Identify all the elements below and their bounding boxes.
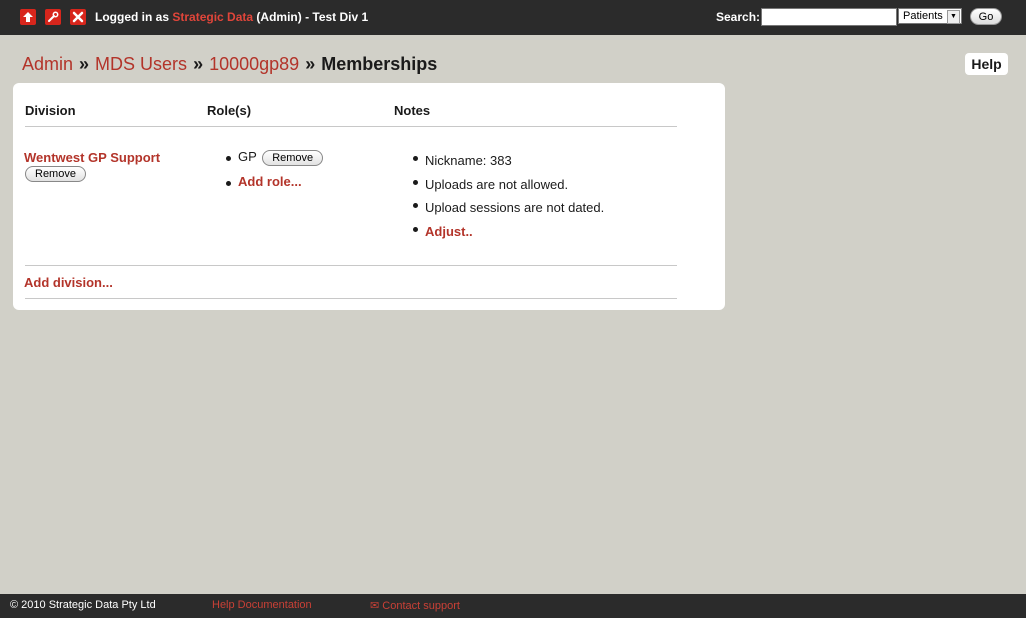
logout-close-icon[interactable] bbox=[70, 9, 86, 25]
help-button[interactable]: Help bbox=[965, 53, 1008, 75]
breadcrumb: Admin» MDS Users» 10000gp89» Memberships bbox=[22, 54, 437, 75]
copyright-text: © 2010 Strategic Data Pty Ltd bbox=[10, 599, 156, 611]
header-division: Division bbox=[25, 103, 76, 118]
header-roles: Role(s) bbox=[207, 103, 252, 118]
login-prefix: Logged in as bbox=[95, 10, 170, 24]
breadcrumb-separator: » bbox=[193, 54, 204, 74]
list-item: Nickname: 383 bbox=[411, 149, 604, 173]
search-scope-value: Patients bbox=[903, 10, 943, 22]
search-label: Search: bbox=[716, 10, 761, 24]
footer-divider bbox=[25, 298, 677, 299]
home-icon[interactable] bbox=[20, 9, 36, 25]
search-input[interactable] bbox=[761, 8, 897, 26]
page-title: Memberships bbox=[321, 54, 438, 74]
chevron-down-icon: ▼ bbox=[947, 10, 960, 24]
memberships-panel: Division Role(s) Notes Wentwest GP Suppo… bbox=[13, 83, 725, 310]
go-button[interactable]: Go bbox=[970, 8, 1002, 25]
breadcrumb-user[interactable]: 10000gp89 bbox=[209, 54, 299, 74]
list-item: Add role... bbox=[224, 174, 323, 189]
list-item: Uploads are not allowed. bbox=[411, 173, 604, 197]
list-item: Adjust.. bbox=[411, 220, 604, 244]
login-status: Logged in as Strategic Data (Admin) - Te… bbox=[95, 10, 368, 24]
breadcrumb-separator: » bbox=[79, 54, 90, 74]
note-nickname: Nickname: 383 bbox=[425, 153, 512, 168]
top-bar: Logged in as Strategic Data (Admin) - Te… bbox=[0, 0, 1026, 35]
header-notes: Notes bbox=[394, 103, 431, 118]
breadcrumb-admin[interactable]: Admin bbox=[22, 54, 73, 74]
breadcrumb-mds-users[interactable]: MDS Users bbox=[95, 54, 187, 74]
list-item: GP Remove bbox=[224, 149, 324, 174]
note-uploads: Uploads are not allowed. bbox=[425, 176, 569, 192]
contact-support-link[interactable]: ✉ Contact support bbox=[370, 599, 460, 612]
header-divider bbox=[25, 126, 677, 127]
footer: © 2010 Strategic Data Pty Ltd Help Docum… bbox=[0, 594, 1026, 618]
breadcrumb-separator: » bbox=[305, 54, 316, 74]
list-item: Upload sessions are not dated. bbox=[411, 196, 604, 220]
current-user-link[interactable]: Strategic Data bbox=[172, 10, 253, 24]
login-suffix: (Admin) - Test Div 1 bbox=[256, 10, 369, 24]
search-scope-select[interactable]: Patients ▼ bbox=[898, 8, 962, 24]
row-divider bbox=[25, 265, 677, 266]
remove-division-button[interactable]: Remove bbox=[25, 166, 86, 182]
help-documentation-link[interactable]: Help Documentation bbox=[212, 599, 312, 611]
settings-tool-icon[interactable] bbox=[45, 9, 61, 25]
role-name: GP bbox=[238, 149, 257, 164]
adjust-link[interactable]: Adjust.. bbox=[425, 224, 473, 239]
add-role-link[interactable]: Add role... bbox=[238, 174, 302, 189]
roles-list: GP Remove Add role... bbox=[224, 149, 324, 189]
notes-list: Nickname: 383 Uploads are not allowed. U… bbox=[411, 149, 604, 243]
division-link[interactable]: Wentwest GP Support bbox=[24, 150, 160, 165]
add-division-link[interactable]: Add division... bbox=[24, 275, 113, 290]
note-upload-sessions: Upload sessions are not dated. bbox=[425, 200, 605, 215]
remove-role-button[interactable]: Remove bbox=[262, 150, 324, 166]
